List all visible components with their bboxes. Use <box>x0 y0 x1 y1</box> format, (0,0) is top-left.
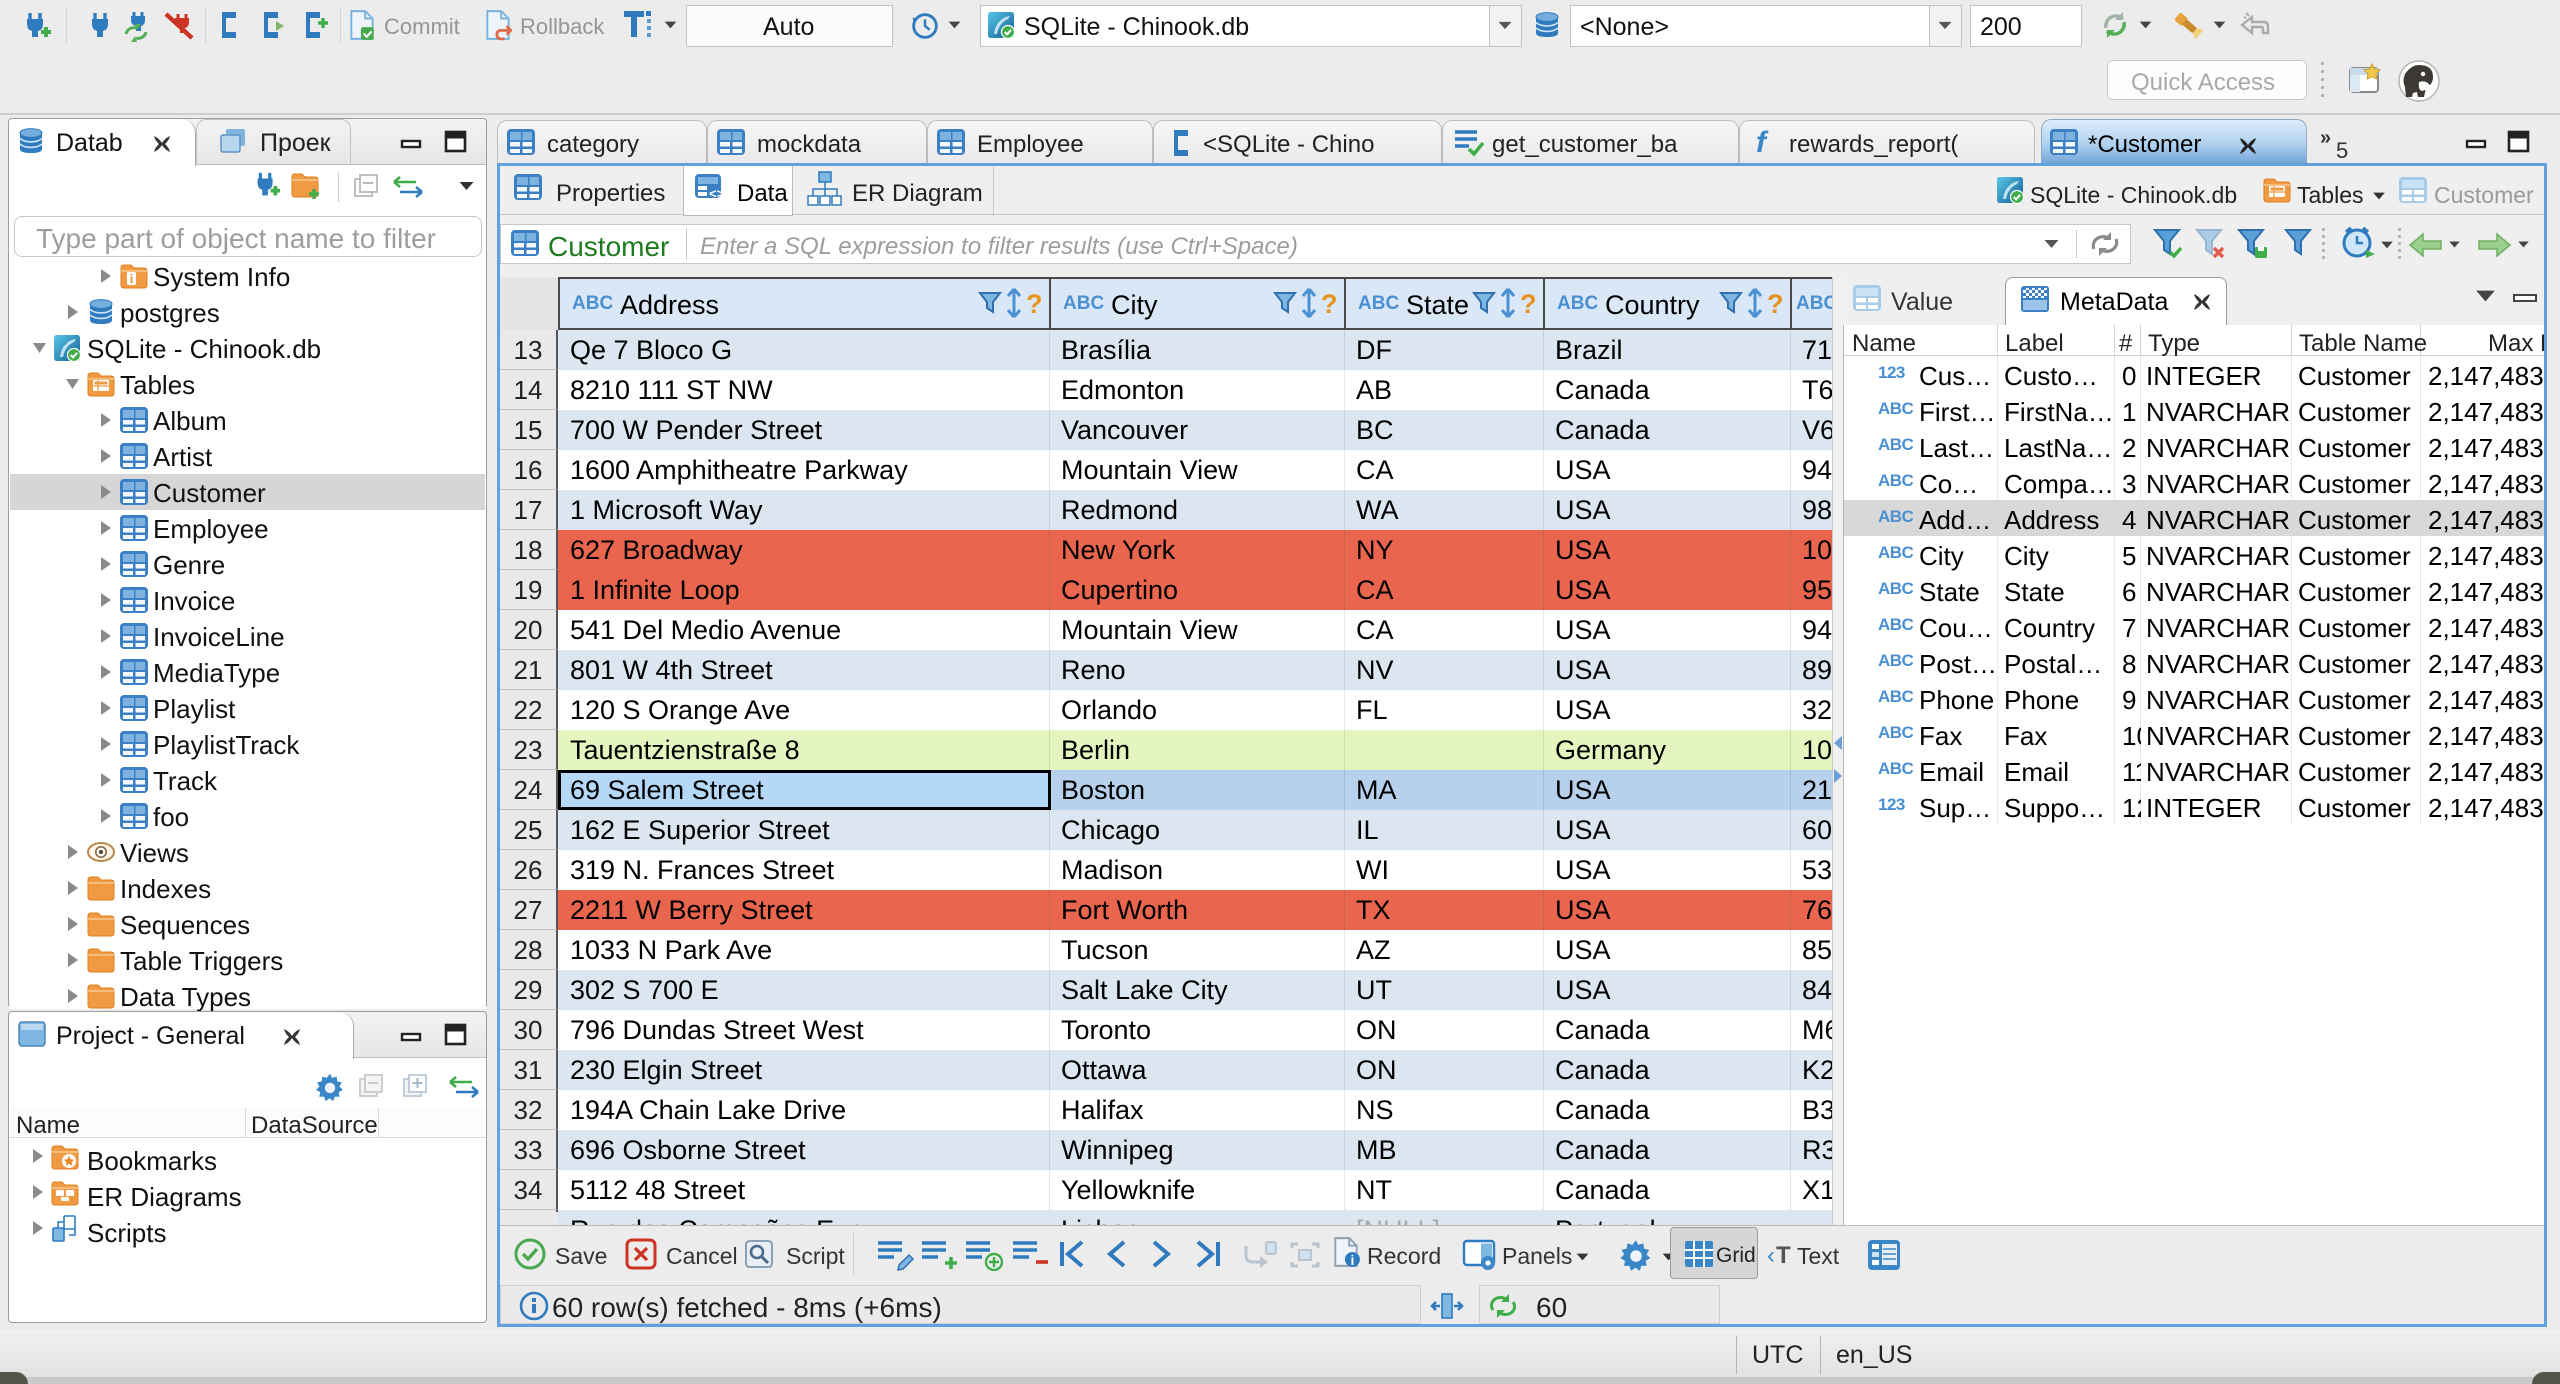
svg-text:i: i <box>130 272 133 286</box>
svg-text:T: T <box>1776 1242 1791 1269</box>
svg-text:»: » <box>2320 128 2331 149</box>
svg-text:‹: ‹ <box>1767 1242 1775 1269</box>
svg-text:<>: <> <box>709 186 725 201</box>
svg-text:i: i <box>1350 1252 1354 1268</box>
svg-text:f: f <box>1756 126 1769 159</box>
svg-text:5: 5 <box>2336 138 2348 162</box>
